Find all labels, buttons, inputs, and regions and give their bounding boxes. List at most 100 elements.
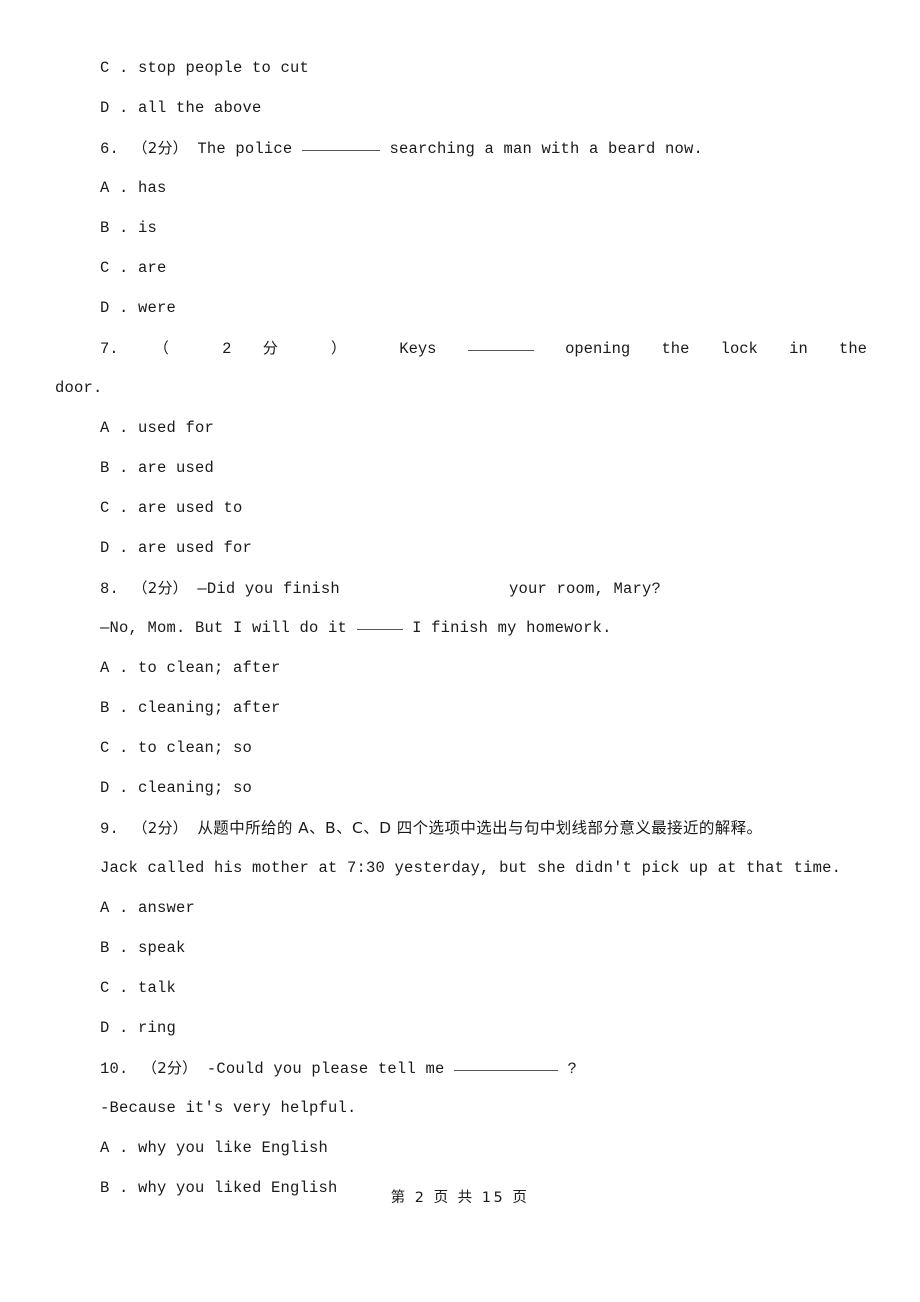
stem-continuation-text: door. bbox=[55, 379, 103, 397]
option-letter: D . bbox=[100, 539, 129, 557]
option-row: C . to clean; so bbox=[55, 728, 867, 768]
option-text: are used for bbox=[138, 539, 253, 557]
option-letter: C . bbox=[100, 499, 129, 517]
option-row: A . to clean; after bbox=[55, 648, 867, 688]
page-footer: 第 2 页 共 15 页 bbox=[0, 1186, 920, 1207]
option-letter: B . bbox=[100, 219, 129, 237]
option-text: speak bbox=[138, 939, 186, 957]
stem-line2-before-blank: —No, Mom. But I will do it bbox=[100, 619, 348, 637]
option-row: A . why you like English bbox=[55, 1128, 867, 1168]
question-sentence-9: Jack called his mother at 7:30 yesterday… bbox=[55, 848, 867, 888]
question-number: 8. bbox=[100, 580, 120, 598]
option-letter: A . bbox=[100, 659, 129, 677]
question-marks: （2分） bbox=[142, 1059, 198, 1077]
option-text: answer bbox=[138, 899, 196, 917]
question-marks: （2分） bbox=[132, 819, 188, 837]
marks-value: 2 bbox=[222, 340, 232, 358]
option-row: D . are used for bbox=[55, 528, 867, 568]
option-row: A . has bbox=[55, 168, 867, 208]
stem-word: lock bbox=[720, 340, 758, 358]
option-text: has bbox=[138, 179, 167, 197]
option-letter: D . bbox=[100, 299, 129, 317]
question-stem-6: 6. （2分） The police searching a man with … bbox=[55, 128, 867, 168]
option-row: A . used for bbox=[55, 408, 867, 448]
option-row: C . are bbox=[55, 248, 867, 288]
option-letter: A . bbox=[100, 179, 129, 197]
stem-line2-text: -Because it's very helpful. bbox=[100, 1099, 357, 1117]
option-row: D . ring bbox=[55, 1008, 867, 1048]
marks-paren-open: （ bbox=[153, 339, 191, 357]
question-text-after-blank: ? bbox=[567, 1060, 577, 1078]
question-stem-10: 10. （2分） -Could you please tell me ? bbox=[55, 1048, 867, 1088]
stem-word: the bbox=[661, 340, 690, 358]
option-row: A . answer bbox=[55, 888, 867, 928]
option-text: all the above bbox=[138, 99, 262, 117]
option-text: stop people to cut bbox=[138, 59, 310, 77]
question-text-after-blank: searching a man with a beard now. bbox=[389, 140, 704, 158]
option-row: B . are used bbox=[55, 448, 867, 488]
question-stem-7: 7. （ 2 分 ） Keys opening the lock in the bbox=[55, 328, 867, 368]
option-text: ring bbox=[138, 1019, 177, 1037]
option-letter: A . bbox=[100, 419, 129, 437]
option-letter: C . bbox=[100, 259, 129, 277]
option-row: B . speak bbox=[55, 928, 867, 968]
option-text: cleaning; so bbox=[138, 779, 253, 797]
option-text: to clean; after bbox=[138, 659, 281, 677]
stem-word: in bbox=[789, 340, 808, 358]
option-text: are bbox=[138, 259, 167, 277]
question-instruction: 从题中所给的 A、B、C、D 四个选项中选出与句中划线部分意义最接近的解释。 bbox=[197, 819, 763, 837]
option-letter: C . bbox=[100, 739, 129, 757]
option-letter: D . bbox=[100, 1019, 129, 1037]
answer-blank[interactable] bbox=[467, 337, 534, 351]
option-text: are used bbox=[138, 459, 215, 477]
option-row: B . cleaning; after bbox=[55, 688, 867, 728]
question-number: 10. bbox=[100, 1060, 129, 1078]
option-letter: D . bbox=[100, 99, 129, 117]
option-letter: C . bbox=[100, 59, 129, 77]
option-text: used for bbox=[138, 419, 215, 437]
option-text: why you like English bbox=[138, 1139, 329, 1157]
question-number: 6. bbox=[100, 140, 120, 158]
option-text: to clean; so bbox=[138, 739, 253, 757]
stem-line2-after-blank: I finish my homework. bbox=[412, 619, 612, 637]
option-row: D . cleaning; so bbox=[55, 768, 867, 808]
question-marks: （2分） bbox=[132, 579, 188, 597]
option-row: C . stop people to cut bbox=[55, 48, 867, 88]
exam-page: C . stop people to cut D . all the above… bbox=[0, 0, 920, 1302]
question-number: 9. bbox=[100, 820, 120, 838]
option-letter: A . bbox=[100, 899, 129, 917]
option-row: B . is bbox=[55, 208, 867, 248]
question-stem-9: 9. （2分） 从题中所给的 A、B、C、D 四个选项中选出与句中划线部分意义最… bbox=[55, 808, 867, 848]
question-stem-8-line2: —No, Mom. But I will do it I finish my h… bbox=[55, 608, 867, 648]
option-text: cleaning; after bbox=[138, 699, 281, 717]
question-stem-8: 8. （2分） —Did you finish your room, Mary? bbox=[55, 568, 867, 608]
option-letter: B . bbox=[100, 459, 129, 477]
option-letter: D . bbox=[100, 779, 129, 797]
option-letter: A . bbox=[100, 1139, 129, 1157]
option-row: D . all the above bbox=[55, 88, 867, 128]
question-text-after-blank: your room, Mary? bbox=[508, 580, 661, 598]
stem-word: Keys bbox=[399, 340, 437, 358]
option-letter: B . bbox=[100, 699, 129, 717]
option-row: C . talk bbox=[55, 968, 867, 1008]
question-stem-7-continuation: door. bbox=[55, 368, 867, 408]
answer-blank[interactable] bbox=[301, 137, 380, 151]
stem-word: the bbox=[839, 340, 867, 358]
sentence-text: Jack called his mother at 7:30 yesterday… bbox=[100, 859, 842, 877]
marks-unit: 分 bbox=[262, 339, 300, 357]
option-letter: C . bbox=[100, 979, 129, 997]
question-stem-10-line2: -Because it's very helpful. bbox=[55, 1088, 867, 1128]
option-text: were bbox=[138, 299, 177, 317]
marks-paren-close: ） bbox=[331, 339, 368, 357]
option-text: talk bbox=[138, 979, 177, 997]
answer-blank[interactable] bbox=[356, 616, 403, 630]
option-letter: B . bbox=[100, 939, 129, 957]
question-text-before-blank: -Could you please tell me bbox=[206, 1060, 445, 1078]
answer-blank[interactable] bbox=[453, 1057, 558, 1071]
option-row: C . are used to bbox=[55, 488, 867, 528]
option-row: D . were bbox=[55, 288, 867, 328]
page-content: C . stop people to cut D . all the above… bbox=[55, 48, 867, 1208]
question-text-before-blank: The police bbox=[197, 140, 293, 158]
question-number: 7. bbox=[100, 340, 119, 358]
option-text: are used to bbox=[138, 499, 243, 517]
